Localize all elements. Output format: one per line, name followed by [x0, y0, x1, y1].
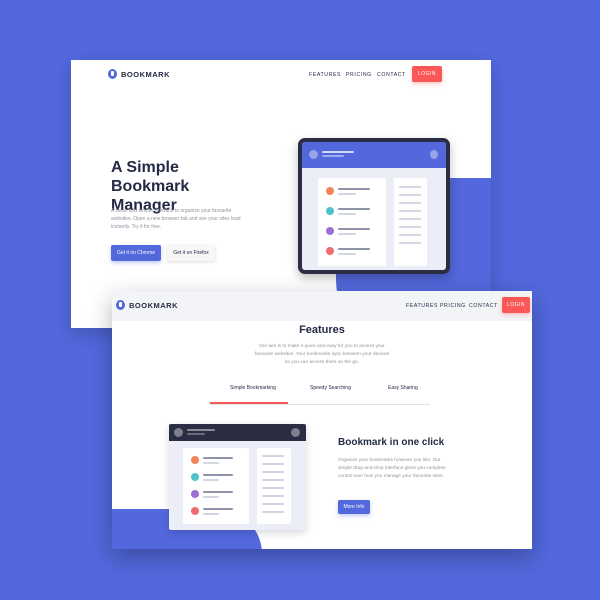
- app-header-illustration: [169, 424, 306, 441]
- bookmark-line: [338, 248, 370, 250]
- side-line: [262, 511, 284, 513]
- side-line: [262, 471, 284, 473]
- side-line: [399, 242, 421, 244]
- login-button[interactable]: LOGIN: [502, 297, 530, 313]
- bookmark-dot-icon: [326, 187, 334, 195]
- bookmark-subline: [338, 253, 356, 255]
- side-panel: [394, 178, 427, 266]
- side-line: [262, 463, 284, 465]
- features-logo[interactable]: BOOKMARK: [116, 300, 178, 310]
- bookmark-list-panel: [183, 448, 249, 524]
- side-line: [262, 487, 284, 489]
- bookmark-subline: [203, 496, 219, 498]
- bookmark-line: [203, 457, 233, 459]
- hero-title-line-1: A Simple Bookmark: [111, 159, 190, 195]
- feature-title: Bookmark in one click: [338, 437, 445, 448]
- nav-link-features[interactable]: FEATURES: [406, 303, 438, 309]
- features-navbar: BOOKMARK FEATURES PRICING CONTACT LOGIN: [112, 291, 532, 321]
- bookmark-dot-icon: [191, 507, 199, 515]
- settings-icon: [430, 150, 438, 159]
- tablet-illustration: [298, 138, 450, 274]
- side-line: [262, 479, 284, 481]
- side-line: [399, 226, 421, 228]
- side-line: [399, 194, 421, 196]
- tab-easy-sharing[interactable]: Easy Sharing: [388, 385, 418, 391]
- bookmark-dot-icon: [191, 490, 199, 498]
- bookmark-line: [338, 208, 370, 210]
- header-line: [187, 433, 205, 435]
- hero-page-screenshot: BOOKMARK FEATURES PRICING CONTACT LOGIN …: [71, 60, 491, 328]
- header-line: [322, 151, 354, 153]
- bookmark-logo-icon: [108, 69, 117, 79]
- bookmark-list-panel: [318, 178, 386, 266]
- hero-logo[interactable]: BOOKMARK: [108, 69, 170, 79]
- bookmark-line: [203, 508, 233, 510]
- bookmark-subline: [338, 193, 356, 195]
- side-line: [399, 234, 421, 236]
- bookmark-app-illustration: [169, 424, 306, 530]
- avatar-icon: [174, 428, 183, 437]
- bookmark-dot-icon: [326, 227, 334, 235]
- bookmark-subline: [338, 233, 356, 235]
- bookmark-dot-icon: [326, 247, 334, 255]
- features-title: Features: [299, 324, 345, 336]
- bookmark-dot-icon: [326, 207, 334, 215]
- side-line: [262, 503, 284, 505]
- active-tab-indicator: [210, 402, 288, 404]
- side-line: [399, 186, 421, 188]
- bookmark-line: [203, 491, 233, 493]
- features-logo-text: BOOKMARK: [129, 300, 178, 310]
- header-line: [322, 155, 344, 157]
- bookmark-subline: [338, 213, 356, 215]
- bookmark-line: [203, 474, 233, 476]
- tablet-screen: [302, 142, 446, 270]
- bookmark-dot-icon: [191, 473, 199, 481]
- bookmark-subline: [203, 462, 219, 464]
- nav-link-contact[interactable]: CONTACT: [469, 303, 498, 309]
- tab-speedy-searching[interactable]: Speedy Searching: [310, 385, 351, 391]
- tabs-divider: [210, 404, 430, 405]
- get-chrome-button[interactable]: Get it on Chrome: [111, 245, 161, 261]
- bookmark-logo-icon: [116, 300, 125, 310]
- get-firefox-button[interactable]: Get it on Firefox: [167, 245, 215, 261]
- side-line: [262, 495, 284, 497]
- tab-simple-bookmarking[interactable]: Simple Bookmarking: [230, 385, 276, 391]
- feature-description: Organize your bookmarks however you like…: [338, 458, 446, 479]
- side-line: [262, 455, 284, 457]
- app-header-illustration: [302, 142, 446, 168]
- nav-link-pricing[interactable]: PRICING: [440, 303, 466, 309]
- side-line: [399, 210, 421, 212]
- nav-link-contact[interactable]: CONTACT: [377, 72, 406, 78]
- bookmark-line: [338, 228, 370, 230]
- features-description: Our aim is to make it quick and easy for…: [254, 344, 390, 365]
- bookmark-dot-icon: [191, 456, 199, 464]
- settings-icon: [291, 428, 300, 437]
- bookmark-subline: [203, 479, 219, 481]
- features-page-screenshot: BOOKMARK FEATURES PRICING CONTACT LOGIN …: [112, 291, 532, 549]
- nav-link-pricing[interactable]: PRICING: [346, 72, 372, 78]
- header-line: [187, 429, 215, 431]
- side-line: [399, 202, 421, 204]
- bookmark-line: [338, 188, 370, 190]
- bookmark-subline: [203, 513, 219, 515]
- hero-description: A clean and simple interface to organize…: [111, 208, 241, 230]
- side-line: [399, 218, 421, 220]
- login-button[interactable]: LOGIN: [412, 66, 442, 82]
- side-panel: [257, 448, 291, 524]
- hero-navbar: BOOKMARK FEATURES PRICING CONTACT LOGIN: [71, 60, 491, 90]
- avatar-icon: [309, 150, 318, 159]
- more-info-button[interactable]: More Info: [338, 500, 370, 514]
- nav-link-features[interactable]: FEATURES: [309, 72, 341, 78]
- hero-logo-text: BOOKMARK: [121, 69, 170, 79]
